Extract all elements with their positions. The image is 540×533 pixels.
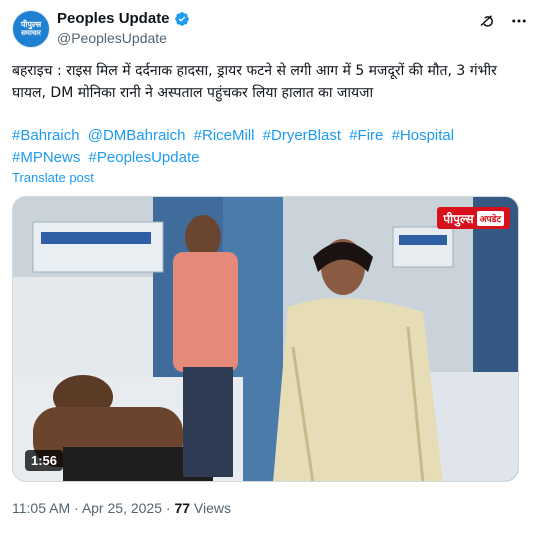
header-actions — [478, 12, 528, 30]
grok-icon[interactable] — [478, 12, 496, 30]
author-handle[interactable]: @PeoplesUpdate — [57, 30, 190, 46]
hashtag-link[interactable]: #RiceMill — [194, 127, 255, 144]
post-meta: 11:05 AM · Apr 25, 2025 · 77 Views — [12, 500, 231, 516]
mention-link[interactable]: @DMBahraich — [88, 127, 186, 144]
video-frame — [13, 197, 518, 481]
avatar[interactable]: पीपुल्स समाचार — [12, 10, 50, 48]
logo-subtext: अपडेट — [476, 210, 504, 226]
views-count: 77 — [174, 500, 191, 516]
hashtag-link[interactable]: #Bahraich — [12, 127, 80, 144]
hashtag-list: #Bahraich @DMBahraich #RiceMill #DryerBl… — [12, 125, 526, 169]
verified-badge-icon — [174, 11, 189, 26]
video-player[interactable]: पीपुल्स अपडेट 1:56 — [12, 196, 519, 482]
avatar-text-bottom: समाचार — [21, 30, 41, 37]
hashtag-link[interactable]: #PeoplesUpdate — [89, 149, 200, 166]
video-duration: 1:56 — [25, 450, 64, 471]
post-card: पीपुल्स समाचार Peoples Update @PeoplesUp… — [0, 0, 540, 533]
channel-logo: पीपुल्स अपडेट — [437, 207, 510, 229]
meta-separator: · — [74, 500, 79, 516]
hashtag-link[interactable]: #Hospital — [392, 127, 455, 144]
post-time[interactable]: 11:05 AM — [12, 500, 70, 516]
logo-text: पीपुल्स — [443, 211, 474, 226]
post-text: बहराइच : राइस मिल में दर्दनाक हादसा, ड्र… — [12, 63, 497, 101]
hashtag-link[interactable]: #MPNews — [12, 149, 80, 166]
hashtag-link[interactable]: #Fire — [349, 127, 383, 144]
translate-post-link[interactable]: Translate post — [12, 170, 94, 185]
meta-separator: · — [165, 500, 171, 516]
more-icon[interactable] — [510, 12, 528, 30]
author-info: Peoples Update @PeoplesUpdate — [57, 10, 190, 46]
post-date[interactable]: Apr 25, 2025 — [82, 500, 162, 516]
avatar-text-top: पीपुल्स — [20, 20, 42, 29]
post-header: पीपुल्स समाचार Peoples Update @PeoplesUp… — [12, 8, 528, 52]
hashtag-link[interactable]: #DryerBlast — [263, 127, 341, 144]
author-name[interactable]: Peoples Update — [57, 10, 170, 27]
views-label: Views — [193, 500, 231, 516]
